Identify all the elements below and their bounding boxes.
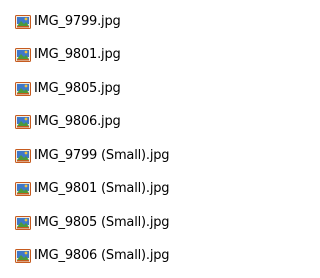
file-item[interactable]: IMG_9806.jpg <box>0 106 247 140</box>
jpg-image-icon <box>15 215 31 231</box>
file-name: IMG_9806.jpg <box>34 114 121 130</box>
file-name: IMG_9801.jpg <box>34 47 121 63</box>
file-item[interactable]: IMG_9801.jpg <box>0 39 247 73</box>
file-name: IMG_9799 (Small).jpg <box>34 147 170 163</box>
file-item[interactable]: IMG_9805.jpg <box>0 72 247 106</box>
file-name: IMG_9801 (Small).jpg <box>34 181 170 197</box>
jpg-image-icon <box>15 14 31 30</box>
file-name: IMG_9806 (Small).jpg <box>34 248 170 264</box>
jpg-image-icon <box>15 81 31 97</box>
file-item[interactable]: IMG_9806 (Small).jpg <box>0 240 247 274</box>
jpg-image-icon <box>15 114 31 130</box>
file-item[interactable]: IMG_9799 (Small).jpg <box>0 139 247 173</box>
jpg-image-icon <box>15 181 31 197</box>
file-name: IMG_9799.jpg <box>34 13 121 29</box>
file-name: IMG_9805 (Small).jpg <box>34 214 170 230</box>
file-item[interactable]: IMG_9799.jpg <box>0 5 247 39</box>
file-list: IMG_9799.jpg IMG_9801.jpg IMG_9805.jpg I… <box>0 0 247 273</box>
file-item[interactable]: IMG_9801 (Small).jpg <box>0 173 247 207</box>
jpg-image-icon <box>15 248 31 264</box>
jpg-image-icon <box>15 47 31 63</box>
file-name: IMG_9805.jpg <box>34 80 121 96</box>
file-item[interactable]: IMG_9805 (Small).jpg <box>0 206 247 240</box>
jpg-image-icon <box>15 148 31 164</box>
